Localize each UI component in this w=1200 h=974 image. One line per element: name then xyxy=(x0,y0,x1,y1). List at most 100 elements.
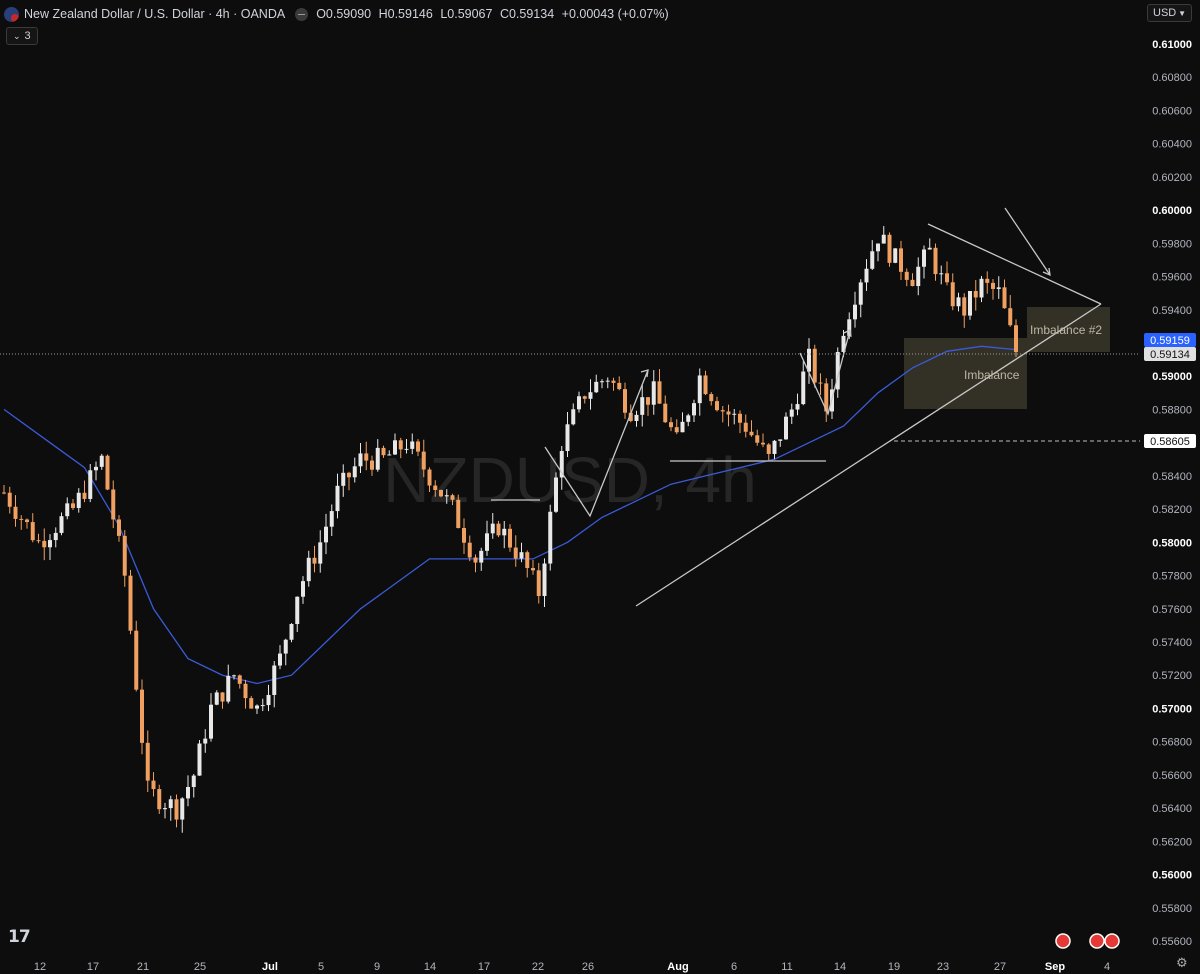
us-flag-icon xyxy=(1104,933,1120,949)
candle-body xyxy=(715,401,719,411)
time-tick-label: 25 xyxy=(194,961,206,973)
price-tick-label: 0.61000 xyxy=(1152,39,1192,51)
candle-body xyxy=(531,568,535,571)
candle-body xyxy=(778,439,783,441)
candle-body xyxy=(761,442,765,445)
currency-select[interactable]: USD ▼ xyxy=(1147,4,1192,22)
candle-body xyxy=(565,424,570,452)
candle-body xyxy=(876,243,880,252)
imbalance-label: Imbalance xyxy=(964,368,1020,382)
candle-body xyxy=(962,297,967,316)
price-tick-label: 0.56400 xyxy=(1152,803,1192,815)
candle-body xyxy=(243,683,248,699)
time-tick-label: 4 xyxy=(1104,961,1110,973)
price-tick-label: 0.60800 xyxy=(1152,72,1192,84)
candle-body xyxy=(59,516,64,533)
chevron-down-icon: ⌄ xyxy=(13,30,21,41)
candle-body xyxy=(65,503,70,517)
candle-body xyxy=(335,485,340,512)
candle-body xyxy=(214,692,219,705)
ohlc-values: O0.59090 H0.59146 L0.59067 C0.59134 +0.0… xyxy=(316,7,672,21)
candle-body xyxy=(922,249,926,267)
us-flag-icon xyxy=(1055,933,1071,949)
candle-body xyxy=(404,448,409,450)
price-tick-label: 0.57800 xyxy=(1152,571,1192,583)
candle-body xyxy=(536,570,541,596)
candle-body xyxy=(956,297,961,307)
candle-body xyxy=(36,540,41,542)
candle-body xyxy=(853,304,857,320)
candle-body xyxy=(191,775,196,787)
time-tick-label: 12 xyxy=(34,961,46,973)
candle-body xyxy=(174,799,179,820)
time-tick-label: 21 xyxy=(137,961,149,973)
market-status-icon[interactable] xyxy=(295,7,309,21)
candle-body xyxy=(611,380,616,383)
candle-body xyxy=(548,511,553,564)
candle-body xyxy=(657,381,662,404)
time-axis[interactable]: 12 17 21 25 Jul 5 9 14 17 22 26 Aug 6 11 14 19 23 27 Sep 4 xyxy=(34,961,1110,973)
chart-canvas[interactable]: NZDUSD, 4h Imbalance Imbalance #2 0.6100… xyxy=(0,0,1200,974)
price-tick-label: 0.59600 xyxy=(1152,272,1192,284)
candle-body xyxy=(272,665,277,695)
candle-body xyxy=(801,371,806,405)
candle-body xyxy=(134,630,139,690)
candle-body xyxy=(99,455,104,467)
candle-body xyxy=(582,396,587,399)
candle-body xyxy=(669,422,673,428)
time-tick-label: 23 xyxy=(937,961,949,973)
time-tick-label: 6 xyxy=(731,961,737,973)
symbol-title[interactable]: New Zealand Dollar / U.S. Dollar · 4h · … xyxy=(24,7,285,21)
time-tick-label: 26 xyxy=(582,961,594,973)
candle-body xyxy=(255,705,259,709)
gear-icon[interactable]: ⚙ xyxy=(1176,955,1188,971)
candle-body xyxy=(927,247,932,250)
indicators-toggle-button[interactable]: ⌄ 3 xyxy=(6,27,38,45)
candle-body xyxy=(30,522,35,541)
candle-body xyxy=(916,266,921,287)
price-labels: 0.59159 0.59134 0.58605 xyxy=(1144,333,1196,448)
candle-body xyxy=(525,552,530,569)
currency-label: USD xyxy=(1153,7,1177,19)
candle-body xyxy=(329,511,334,527)
candle-body xyxy=(7,492,12,507)
candle-body xyxy=(651,381,656,405)
candle-body xyxy=(444,495,449,497)
price-tick-label: 0.56800 xyxy=(1152,737,1192,749)
candle-body xyxy=(818,382,823,384)
candle-body xyxy=(979,278,984,298)
candle-body xyxy=(82,492,87,499)
price-tick-label: 0.57600 xyxy=(1152,604,1192,616)
candle-body xyxy=(939,273,944,275)
candle-body xyxy=(416,441,420,452)
candle-body xyxy=(283,639,288,654)
candle-body xyxy=(605,380,610,382)
candle-body xyxy=(720,410,725,412)
high-value: H0.59146 xyxy=(378,7,433,21)
price-axis[interactable]: 0.61000 0.60800 0.60600 0.60400 0.60200 0.600… xyxy=(1152,39,1192,948)
price-tick-label: 0.57400 xyxy=(1152,637,1192,649)
price-tick-label: 0.56600 xyxy=(1152,770,1192,782)
event-icons[interactable] xyxy=(1055,933,1120,949)
candle-body xyxy=(13,506,18,519)
candle-body xyxy=(151,780,156,790)
candle-body xyxy=(473,557,478,563)
time-tick-label: 27 xyxy=(994,961,1006,973)
candle-body xyxy=(726,411,731,415)
time-tick-label: 19 xyxy=(888,961,900,973)
projection-arrow-3[interactable] xyxy=(1004,207,1051,276)
candle-body xyxy=(456,499,461,529)
candle-body xyxy=(364,453,369,461)
candle-body xyxy=(462,528,466,543)
time-tick-label: 9 xyxy=(374,961,380,973)
tradingview-logo-icon[interactable]: 17 xyxy=(8,927,31,947)
candle-body xyxy=(88,470,93,499)
close-value: C0.59134 xyxy=(499,7,555,21)
candle-body xyxy=(467,542,472,558)
candle-body xyxy=(1002,287,1007,309)
candle-body xyxy=(105,455,110,490)
time-tick-label: 22 xyxy=(532,961,544,973)
candle-body xyxy=(341,472,346,486)
low-value: L0.59067 xyxy=(440,7,493,21)
candle-body xyxy=(25,519,29,523)
